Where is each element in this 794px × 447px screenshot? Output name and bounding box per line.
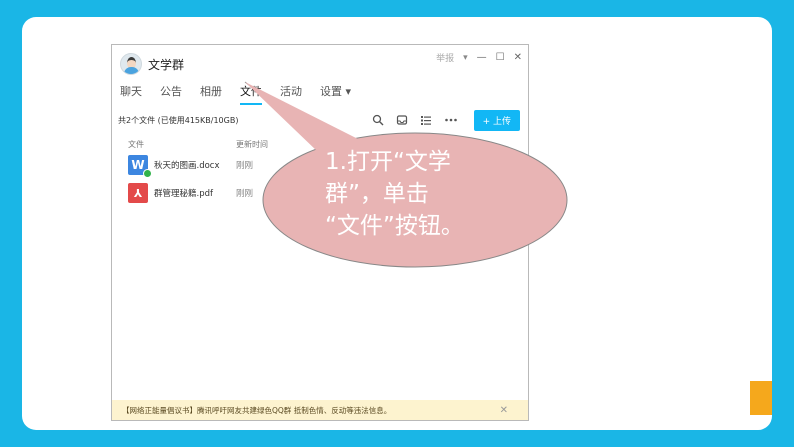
callout-line-3: “文件”按钮。 bbox=[325, 213, 464, 239]
callout-line-1: 1.打开“文学 bbox=[325, 149, 451, 175]
callout-line-2: 群”，单击 bbox=[325, 181, 429, 207]
callout-instruction: 1.打开“文学 群”，单击 “文件”按钮。 bbox=[325, 146, 525, 242]
